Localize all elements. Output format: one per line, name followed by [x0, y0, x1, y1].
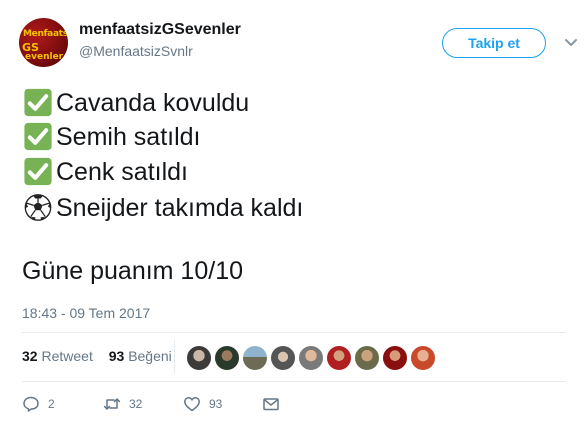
avatar-text-bottom: evenler — [25, 52, 64, 62]
soccer-ball-icon — [24, 194, 52, 221]
tweet-line: Cenk satıldı — [22, 157, 188, 189]
tweet-timestamp[interactable]: 18:43 - 09 Tem 2017 — [22, 305, 150, 321]
retweet-label[interactable]: Retweet — [41, 348, 92, 364]
retweet-count[interactable]: 32 — [22, 348, 38, 364]
avatar-text-top: Menfaatsiz — [23, 29, 68, 39]
retweet-icon — [103, 398, 121, 410]
divider — [22, 381, 566, 382]
envelope-icon — [263, 398, 279, 411]
liker-avatar[interactable] — [382, 345, 408, 371]
liker-avatar[interactable] — [354, 345, 380, 371]
user-handle[interactable]: @MenfaatsizSvnlr — [79, 43, 193, 59]
reply-count: 2 — [48, 397, 55, 411]
heart-icon — [184, 397, 200, 412]
reply-action[interactable]: 2 — [22, 395, 55, 413]
tweet-card: Menfaatsiz GS evenler menfaatsizGSevenle… — [0, 0, 588, 421]
check-mark-icon — [24, 88, 52, 117]
divider — [22, 332, 566, 333]
tweet-line-text: Cenk satıldı — [56, 158, 189, 186]
like-count[interactable]: 93 — [109, 348, 125, 364]
liker-avatar[interactable] — [326, 345, 352, 371]
stats-separator — [174, 340, 175, 374]
tweet-line-text: Sneijder takımda kaldı — [56, 194, 304, 222]
tweet-line-text: Semih satıldı — [56, 123, 201, 151]
like-action[interactable]: 93 — [183, 395, 222, 413]
check-mark-icon — [24, 122, 52, 151]
reply-icon — [23, 396, 39, 412]
engagement-stats: 32 Retweet 93 Beğeni — [22, 348, 172, 364]
user-display-name[interactable]: menfaatsizGSevenler — [79, 21, 241, 39]
user-avatar[interactable]: Menfaatsiz GS evenler — [19, 18, 68, 67]
tweet-line-text: Cavanda kovuldu — [56, 89, 250, 117]
liker-avatar[interactable] — [242, 345, 268, 371]
liker-avatar[interactable] — [410, 345, 436, 371]
liker-avatar[interactable] — [270, 345, 296, 371]
liker-avatar[interactable] — [298, 345, 324, 371]
liker-avatar[interactable] — [214, 345, 240, 371]
direct-message-action[interactable] — [262, 395, 288, 413]
like-label[interactable]: Beğeni — [128, 348, 172, 364]
tweet-line: Cavanda kovuldu — [22, 88, 249, 120]
liker-avatar[interactable] — [186, 345, 212, 371]
follow-button[interactable]: Takip et — [442, 28, 546, 58]
tweet-line: Sneijder takımda kaldı — [22, 193, 303, 225]
check-mark-icon — [24, 157, 52, 186]
like-action-count: 93 — [209, 397, 223, 411]
tweet-line: Semih satıldı — [22, 122, 201, 154]
retweet-action[interactable]: 32 — [103, 395, 142, 413]
chevron-down-icon[interactable] — [564, 38, 578, 48]
retweet-action-count: 32 — [129, 397, 143, 411]
tweet-closing-text: Güne puanım 10/10 — [22, 257, 243, 285]
